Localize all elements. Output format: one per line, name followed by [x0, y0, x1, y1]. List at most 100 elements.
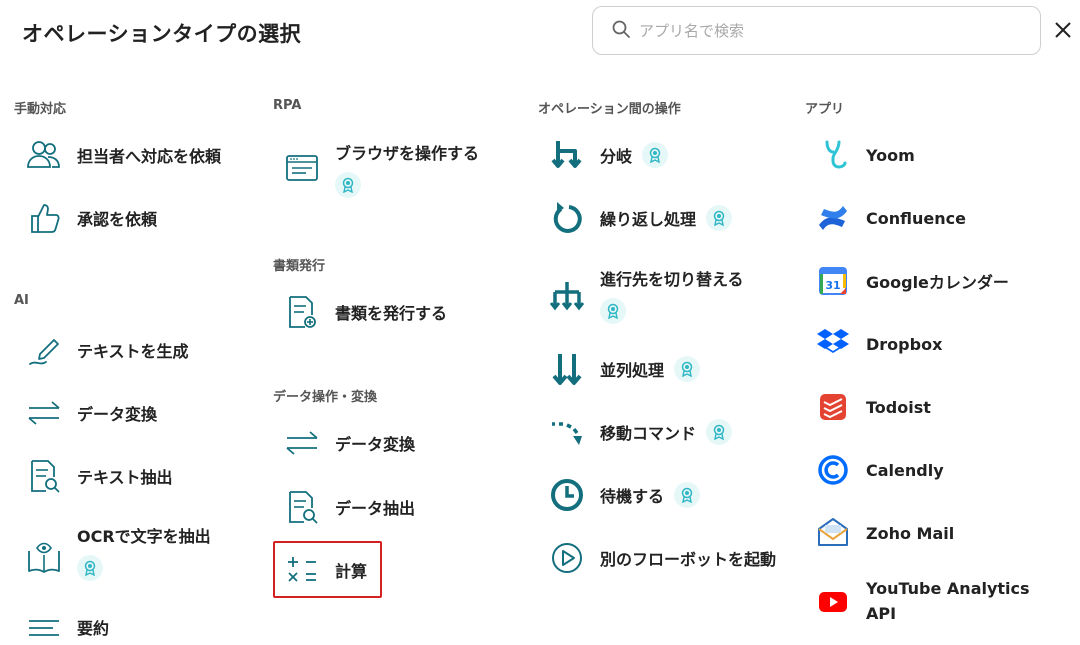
close-icon[interactable] — [1051, 18, 1075, 42]
todoist-logo-icon — [815, 389, 851, 425]
item-generate-text[interactable]: テキストを生成 — [26, 332, 189, 368]
section-heading-docs: 書類発行 — [273, 259, 326, 274]
section-heading-manual: 手動対応 — [14, 102, 67, 117]
item-label: 移動コマンド — [600, 424, 697, 443]
item-branch[interactable]: 分岐 — [549, 137, 669, 173]
item-label: Yoom — [866, 145, 915, 165]
play-circle-icon — [549, 540, 585, 576]
section-heading-ai: AI — [14, 293, 29, 308]
item-label: Zoho Mail — [866, 523, 955, 543]
item-data-extract[interactable]: データ抽出 — [284, 489, 415, 525]
app-zoho-mail[interactable]: Zoho Mail — [815, 515, 954, 551]
item-calculate[interactable]: 計算 — [284, 552, 367, 588]
item-wait[interactable]: 待機する — [549, 477, 701, 513]
branch-icon — [549, 137, 585, 173]
item-label: 担当者へ対応を依頼 — [77, 147, 222, 166]
youtube-logo-icon — [815, 583, 851, 619]
item-request-assignee[interactable]: 担当者へ対応を依頼 — [26, 137, 221, 173]
dialog-title: オペレーションタイプの選択 — [22, 22, 302, 46]
app-todoist[interactable]: Todoist — [815, 389, 931, 425]
item-label: 要約 — [77, 619, 110, 638]
item-loop[interactable]: 繰り返し処理 — [549, 200, 733, 236]
item-label: OCRで文字を抽出 — [77, 527, 211, 546]
premium-badge-icon — [335, 172, 361, 198]
item-label: 計算 — [335, 562, 368, 581]
app-calendly[interactable]: Calendly — [815, 452, 944, 488]
zoho-mail-logo-icon — [815, 515, 851, 551]
item-label: 並列処理 — [600, 361, 665, 380]
swap-arrows-icon — [26, 395, 62, 431]
item-label: データ変換 — [335, 435, 416, 454]
app-google-calendar[interactable]: 31 Googleカレンダー — [815, 263, 1009, 299]
item-label: Todoist — [866, 397, 931, 417]
premium-badge-icon — [77, 555, 103, 581]
item-label: YouTube Analytics — [866, 579, 1030, 598]
item-launch-flowbot[interactable]: 別のフローボットを起動 — [549, 540, 776, 576]
app-dropbox[interactable]: Dropbox — [815, 326, 942, 362]
item-ocr[interactable]: OCRで文字を抽出 — [26, 523, 211, 581]
svg-text:31: 31 — [825, 279, 840, 292]
search-box[interactable] — [592, 6, 1041, 55]
section-heading-ops: オペレーション間の操作 — [538, 102, 681, 117]
item-label: 待機する — [600, 487, 665, 506]
users-icon — [26, 137, 62, 173]
text-lines-icon — [26, 609, 62, 645]
item-label: 進行先を切り替える — [600, 270, 744, 289]
browser-window-icon — [284, 150, 320, 186]
item-label: テキスト抽出 — [77, 468, 173, 487]
premium-badge-icon — [600, 298, 626, 324]
section-heading-rpa: RPA — [273, 98, 302, 113]
item-summarize[interactable]: 要約 — [26, 609, 109, 645]
item-label: 繰り返し処理 — [600, 210, 697, 229]
search-input[interactable] — [639, 21, 1009, 40]
item-issue-document[interactable]: 書類を発行する — [284, 294, 447, 330]
clock-icon — [549, 477, 585, 513]
item-label: Confluence — [866, 208, 966, 228]
premium-badge-icon — [642, 142, 669, 168]
confluence-logo-icon — [815, 200, 851, 236]
item-move-command[interactable]: 移動コマンド — [549, 414, 733, 450]
app-yoom[interactable]: Yoom — [815, 137, 915, 173]
item-parallel[interactable]: 並列処理 — [549, 351, 701, 387]
item-label: ブラウザを操作する — [335, 144, 480, 163]
app-confluence[interactable]: Confluence — [815, 200, 966, 236]
swap-arrows-icon — [284, 425, 320, 461]
item-label: データ変換 — [77, 405, 158, 424]
premium-badge-icon — [706, 205, 733, 231]
google-calendar-logo-icon: 31 — [815, 263, 851, 299]
calculator-operators-icon — [284, 552, 320, 588]
item-label-line2: API — [866, 604, 897, 623]
item-label: Calendly — [866, 460, 944, 480]
calendly-logo-icon — [815, 452, 851, 488]
item-ai-data-convert[interactable]: データ変換 — [26, 395, 157, 431]
search-icon — [611, 19, 631, 43]
item-browser-operation[interactable]: ブラウザを操作する — [284, 140, 479, 198]
app-youtube-analytics[interactable]: YouTube Analytics API — [815, 579, 1030, 623]
document-search-icon — [284, 489, 320, 525]
item-label: 分岐 — [600, 147, 633, 166]
section-heading-data: データ操作・変換 — [273, 390, 378, 405]
item-data-convert[interactable]: データ変換 — [284, 425, 415, 461]
move-arrow-icon — [549, 414, 585, 450]
pen-icon — [26, 332, 62, 368]
switch-route-icon — [549, 278, 585, 314]
thumbs-up-icon — [26, 200, 62, 236]
item-switch-route[interactable]: 進行先を切り替える — [549, 266, 744, 324]
item-label: テキストを生成 — [77, 342, 189, 361]
document-add-icon — [284, 294, 320, 330]
document-search-icon — [26, 458, 62, 494]
item-label: Dropbox — [866, 334, 943, 354]
item-label: 別のフローボットを起動 — [600, 550, 777, 569]
item-extract-text[interactable]: テキスト抽出 — [26, 458, 173, 494]
parallel-arrows-icon — [549, 351, 585, 387]
premium-badge-icon — [674, 482, 701, 508]
item-label: 書類を発行する — [335, 304, 448, 323]
item-label: 承認を依頼 — [77, 210, 158, 229]
premium-badge-icon — [674, 356, 701, 382]
premium-badge-icon — [706, 419, 733, 445]
item-label: データ抽出 — [335, 499, 416, 518]
dropbox-logo-icon — [815, 326, 851, 362]
item-request-approval[interactable]: 承認を依頼 — [26, 200, 157, 236]
item-label: Googleカレンダー — [866, 273, 1009, 292]
loop-icon — [549, 200, 585, 236]
